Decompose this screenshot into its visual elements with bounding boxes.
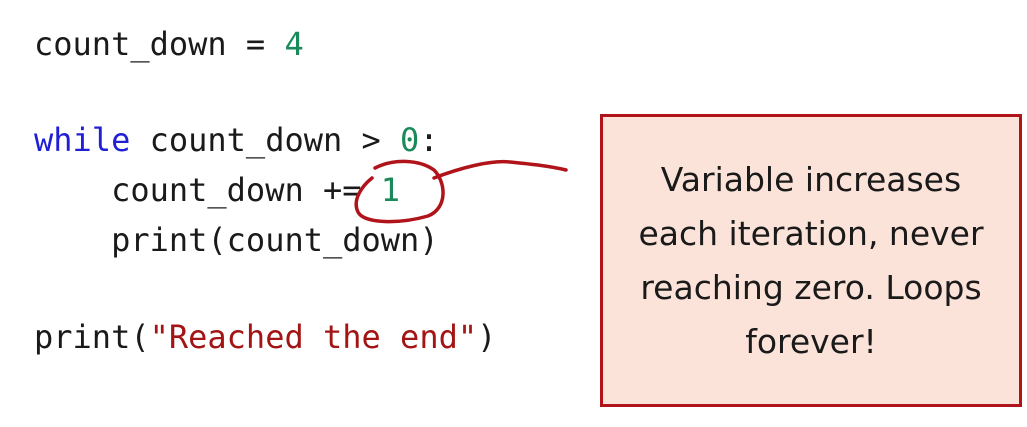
code-token: = xyxy=(226,25,285,63)
code-line-4: print(count_down) xyxy=(34,218,439,262)
code-token: count_down xyxy=(111,171,323,209)
code-token: ) xyxy=(477,318,497,356)
code-block: count_down = 4 while count_down > 0: cou… xyxy=(34,0,496,418)
code-operator: += xyxy=(322,171,362,209)
code-token: : xyxy=(419,121,439,159)
code-string: "Reached the end" xyxy=(149,318,478,356)
code-token: count_down xyxy=(34,25,227,63)
code-number: 1 xyxy=(380,171,401,209)
callout-box: Variable increases each iteration, never… xyxy=(600,114,1022,407)
code-line-2: while count_down > 0: xyxy=(34,118,439,162)
code-number: 4 xyxy=(284,25,304,63)
callout-text: Variable increases each iteration, never… xyxy=(638,159,984,361)
annotation-pointer-line xyxy=(432,159,568,180)
code-number: 0 xyxy=(400,121,420,159)
code-line-3: count_down += 1 xyxy=(34,168,400,212)
code-line-5: print("Reached the end") xyxy=(34,315,496,359)
code-token: print( xyxy=(34,318,150,356)
code-keyword: while xyxy=(34,121,131,159)
code-token: print(count_down) xyxy=(34,221,439,259)
code-token: count_down > xyxy=(130,121,401,159)
code-line-1: count_down = 4 xyxy=(34,22,304,66)
slide: count_down = 4 while count_down > 0: cou… xyxy=(0,0,1027,427)
